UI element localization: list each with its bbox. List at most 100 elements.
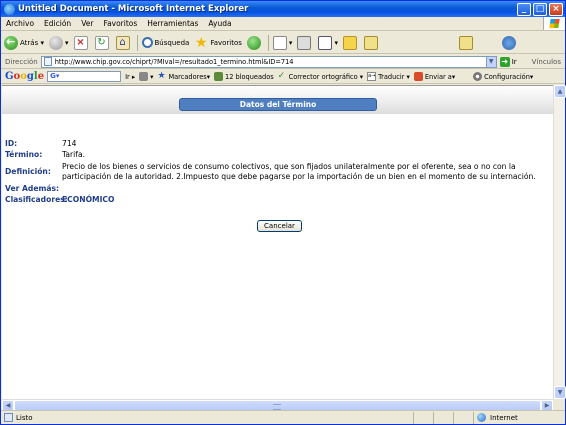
toolbar-divider: [136, 34, 138, 51]
window-title: Untitled Document - Microsoft Internet E…: [18, 4, 249, 14]
mail-button[interactable]: ▾: [272, 35, 292, 50]
ie-logo-icon: [4, 3, 15, 15]
field-termino: Término: Tarifa.: [5, 150, 550, 160]
status-bar: Listo Internet: [1, 410, 565, 424]
home-icon: ⌂: [115, 35, 130, 50]
back-button[interactable]: Atrás ▾: [4, 35, 44, 50]
menu-archivo[interactable]: Archivo: [1, 19, 39, 28]
google-toolbar: Google G▾ Ir ▸ ▾ ★ Marcadores▾ 12 bloquea…: [1, 70, 565, 84]
scroll-down-icon[interactable]: ▼: [554, 386, 566, 399]
home-button[interactable]: ⌂: [115, 35, 132, 50]
zone-label: Internet: [490, 413, 518, 422]
translate-button[interactable]: a→ Traducir ▾: [367, 72, 410, 81]
status-text: Listo: [16, 413, 33, 422]
google-tools-button[interactable]: ▾: [139, 72, 153, 81]
edit-button[interactable]: ▾: [318, 35, 338, 50]
status-pane: [453, 411, 473, 424]
google-logo: Google: [5, 71, 45, 82]
term-details: ID: 714 Término: Tarifa. Definición: Pre…: [5, 139, 550, 206]
printer-icon: [297, 35, 312, 50]
messenger-button[interactable]: [458, 35, 475, 50]
horizontal-scrollbar[interactable]: ◀ ▶: [2, 399, 553, 411]
search-button[interactable]: Búsqueda: [141, 37, 190, 48]
go-arrow-icon: ➜: [499, 56, 510, 67]
edit-icon: [318, 35, 333, 50]
page-viewport: Datos del Término ID: 714 Término: Tarif…: [2, 85, 553, 399]
field-value: 714: [62, 139, 77, 148]
research-icon: [363, 35, 378, 50]
field-ver-ademas: Ver Además:: [5, 184, 550, 194]
back-label: Atrás: [20, 38, 39, 47]
field-id: ID: 714: [5, 139, 550, 149]
field-clasificadores: Clasificadores: ECONÓMICO: [5, 195, 550, 205]
minimize-button[interactable]: _: [517, 2, 531, 16]
menu-ver[interactable]: Ver: [76, 19, 98, 28]
scroll-up-icon[interactable]: ▲: [554, 85, 566, 98]
address-dropdown-icon[interactable]: ▼: [485, 56, 496, 67]
menu-ayuda[interactable]: Ayuda: [203, 19, 236, 28]
print-button[interactable]: [297, 35, 313, 50]
menu-bar: Archivo Edición Ver Favoritos Herramient…: [1, 17, 565, 31]
history-button[interactable]: [246, 35, 263, 50]
field-label: Clasificadores:: [5, 195, 68, 204]
send-to-button[interactable]: Enviar a▾: [413, 72, 456, 81]
field-value: [62, 184, 550, 194]
stop-button[interactable]: ×: [73, 35, 90, 50]
links-button[interactable]: Vínculos: [532, 58, 565, 66]
popup-blocker-icon: [214, 72, 224, 81]
menu-favoritos[interactable]: Favoritos: [98, 19, 142, 28]
vertical-scrollbar[interactable]: ▲ ▼: [553, 85, 566, 399]
field-definicion: Definición: Precio de los bienes o servi…: [5, 162, 550, 182]
field-label: Término:: [5, 150, 43, 159]
field-label: Definición:: [5, 167, 51, 176]
field-label: Ver Además:: [5, 184, 60, 193]
back-arrow-icon: [4, 35, 18, 50]
translate-label: Traducir ▾: [378, 72, 410, 81]
send-label: Enviar a▾: [424, 72, 456, 81]
mail-icon: [272, 35, 287, 50]
forward-button[interactable]: ▾: [48, 35, 69, 50]
settings-label: Configuración▾: [484, 72, 534, 81]
address-input[interactable]: http://www.chip.gov.co/chiprt/?MIval=/re…: [40, 55, 497, 68]
msn-button[interactable]: [501, 35, 518, 50]
cancel-button[interactable]: Cancelar: [257, 220, 302, 232]
menu-edicion[interactable]: Edición: [39, 19, 76, 28]
standard-toolbar: Atrás ▾ ▾ × ↻ ⌂ Búsqueda ★ Favoritos ▾ ▾: [1, 32, 565, 54]
bookmarks-button[interactable]: ★ Marcadores▾: [157, 72, 210, 81]
page-icon: [43, 57, 52, 66]
field-value: Precio de los bienes o servicios de cons…: [62, 162, 536, 181]
spellcheck-label: Corrector ortográfico ▾: [288, 72, 364, 81]
history-icon: [246, 35, 261, 50]
bookmark-star-icon: ★: [157, 71, 166, 81]
menu-herramientas[interactable]: Herramientas: [142, 19, 203, 28]
forward-arrow-icon: [48, 35, 63, 50]
close-button[interactable]: ×: [549, 2, 563, 16]
messenger-book-icon: [458, 35, 473, 50]
settings-button[interactable]: Configuración▾: [473, 72, 533, 81]
spellcheck-icon: ✓: [277, 71, 286, 81]
star-icon: ★: [195, 34, 208, 51]
popup-blocker-button[interactable]: 12 bloqueados: [214, 72, 274, 81]
google-go-button[interactable]: Ir ▸: [125, 73, 135, 81]
go-button[interactable]: ➜ Ir: [499, 56, 517, 67]
maximize-button[interactable]: □: [533, 2, 547, 16]
spellcheck-button[interactable]: ✓ Corrector ortográfico ▾: [278, 72, 363, 81]
refresh-button[interactable]: ↻: [94, 35, 111, 50]
folder-icon: [342, 35, 357, 50]
refresh-icon: ↻: [94, 35, 109, 50]
back-dropdown-icon[interactable]: ▾: [38, 39, 44, 47]
toolbar-divider: [267, 34, 269, 51]
blocked-label: 12 bloqueados: [225, 72, 274, 81]
browser-window: Untitled Document - Microsoft Internet E…: [0, 0, 566, 425]
folder-button[interactable]: [342, 35, 359, 50]
favorites-button[interactable]: ★ Favoritos: [194, 36, 242, 50]
search-label: Búsqueda: [154, 38, 190, 47]
send-icon: [413, 72, 423, 81]
stop-icon: ×: [73, 35, 88, 50]
forward-dropdown-icon[interactable]: ▾: [65, 39, 69, 47]
page-title: Datos del Término: [179, 98, 377, 111]
status-pane: [413, 411, 433, 424]
google-search-input[interactable]: G▾: [47, 71, 122, 82]
windows-logo-icon: [543, 17, 565, 30]
research-button[interactable]: [363, 35, 380, 50]
